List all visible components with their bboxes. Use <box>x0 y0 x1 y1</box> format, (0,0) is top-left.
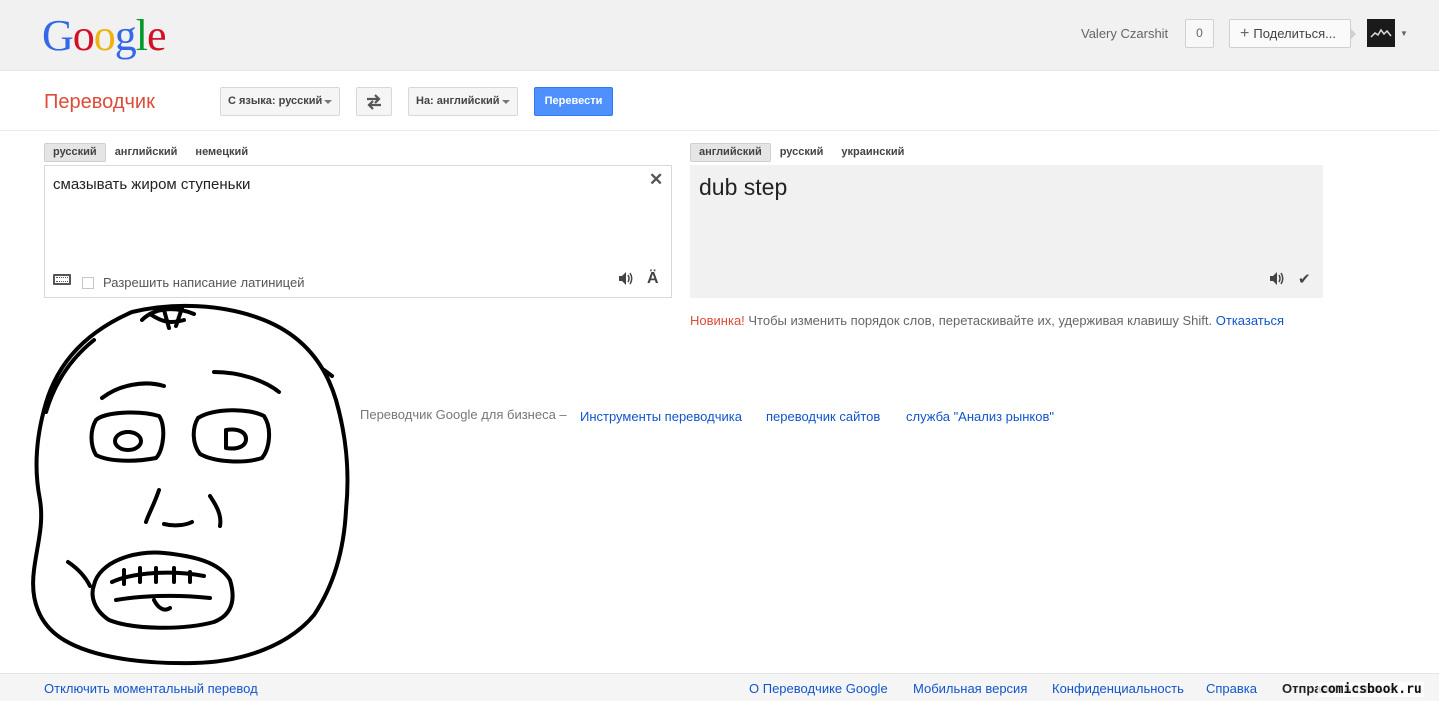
target-tab-ukrainian[interactable]: украинский <box>832 143 913 162</box>
target-language-label: На: английский <box>416 95 500 107</box>
notice-text: Чтобы изменить порядок слов, перетаскива… <box>744 313 1216 328</box>
google-logo[interactable]: Google <box>42 10 167 61</box>
logo-letter: G <box>42 11 74 60</box>
logo-letter: g <box>114 11 137 60</box>
check-icon[interactable]: ✔ <box>1298 270 1311 288</box>
source-language-tabs: русский английский немецкий <box>44 143 257 162</box>
speaker-icon[interactable] <box>618 271 635 290</box>
new-feature-notice: Новинка! Чтобы изменить порядок слов, пе… <box>690 313 1284 328</box>
source-language-select[interactable]: С языка: русский <box>220 87 340 116</box>
close-icon[interactable]: ✕ <box>649 170 663 190</box>
translation-result-area: dub step ✔ <box>690 165 1323 298</box>
watermark: comicsbook.ru <box>1318 682 1424 697</box>
opt-out-link[interactable]: Отказаться <box>1216 313 1284 328</box>
source-tab-german[interactable]: немецкий <box>186 143 257 162</box>
logo-letter: e <box>147 11 167 60</box>
source-language-label: С языка: русский <box>228 95 323 107</box>
business-lead-text: Переводчик Google для бизнеса – <box>360 407 567 422</box>
transliteration-label[interactable]: Разрешить написание латиницей <box>103 275 304 290</box>
source-tab-english[interactable]: английский <box>106 143 187 162</box>
logo-letter: l <box>135 11 148 60</box>
translation-text[interactable]: dub step <box>699 174 787 201</box>
help-link[interactable]: Справка <box>1206 681 1257 696</box>
privacy-link[interactable]: Конфиденциальность <box>1052 681 1184 696</box>
meme-face-drawing <box>31 303 350 666</box>
target-tab-english[interactable]: английский <box>690 143 771 162</box>
about-translate-link[interactable]: О Переводчике Google <box>749 681 888 696</box>
translate-button[interactable]: Перевести <box>534 87 613 116</box>
top-bar: Google Valery Czarshit 0 + Поделиться... … <box>0 0 1439 71</box>
market-analysis-link[interactable]: служба "Анализ рынков" <box>906 409 1054 424</box>
transliteration-checkbox[interactable] <box>82 277 94 289</box>
plus-icon: + <box>1240 25 1250 42</box>
accent-icon[interactable]: Ä <box>647 270 659 288</box>
share-label: Поделиться... <box>1253 26 1336 41</box>
chevron-down-icon[interactable]: ▼ <box>1400 29 1408 38</box>
keyboard-icon[interactable] <box>53 274 71 285</box>
logo-letter: o <box>93 11 116 60</box>
target-tab-russian[interactable]: русский <box>771 143 833 162</box>
swap-arrows-icon <box>367 94 381 110</box>
page-title: Переводчик <box>44 91 155 113</box>
notifications-count-button[interactable]: 0 <box>1185 19 1214 48</box>
speaker-icon[interactable] <box>1269 271 1286 290</box>
website-translator-link[interactable]: переводчик сайтов <box>766 409 880 424</box>
source-text[interactable]: смазывать жиром ступеньки <box>53 176 250 193</box>
user-avatar[interactable] <box>1367 19 1395 47</box>
mobile-version-link[interactable]: Мобильная версия <box>913 681 1027 696</box>
avatar-image-icon <box>1367 19 1395 47</box>
disable-instant-translation-link[interactable]: Отключить моментальный перевод <box>44 681 258 696</box>
target-language-tabs: английский русский украинский <box>690 143 913 162</box>
target-language-select[interactable]: На: английский <box>408 87 518 116</box>
source-tab-russian[interactable]: русский <box>44 143 106 162</box>
translate-toolbar: Переводчик С языка: русский На: английск… <box>0 71 1439 131</box>
chevron-down-icon <box>502 100 510 104</box>
chevron-down-icon <box>324 100 332 104</box>
swap-languages-button[interactable] <box>356 87 392 116</box>
user-name[interactable]: Valery Czarshit <box>1081 26 1168 41</box>
logo-letter: o <box>72 11 95 60</box>
source-text-area[interactable]: смазывать жиром ступеньки ✕ Разрешить на… <box>44 165 672 298</box>
share-pointer <box>1350 28 1356 40</box>
share-button[interactable]: + Поделиться... <box>1229 19 1351 48</box>
new-label: Новинка! <box>690 313 745 328</box>
translator-toolkit-link[interactable]: Инструменты переводчика <box>580 409 742 424</box>
footer: Отключить моментальный перевод О Перевод… <box>0 673 1439 701</box>
